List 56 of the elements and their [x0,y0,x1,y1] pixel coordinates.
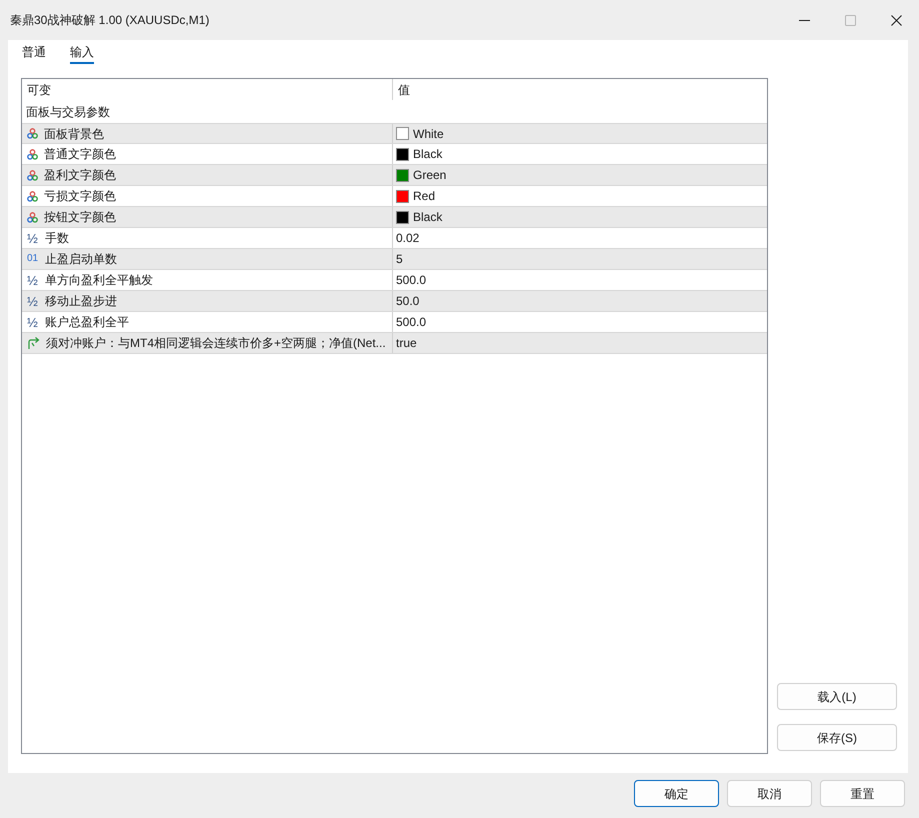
side-button[interactable]: 载入(L) [777,683,897,710]
parameter-value: 500.0 [396,314,426,331]
three-rings-icon [27,190,38,202]
fraction-icon: ½ [27,294,39,308]
parameter-name: 盈利文字颜色 [44,167,116,184]
fraction-icon: ½ [27,316,39,328]
parameter-name: 单方向盈利全平触发 [45,272,153,289]
close-icon[interactable] [890,14,902,26]
table-row[interactable]: 亏损文字颜色 Red [22,186,767,207]
parameter-value: Red [413,188,436,205]
tab[interactable]: 普通 [22,42,46,64]
dialog-button[interactable]: 重置 [820,780,905,807]
parameter-value: true [396,335,417,352]
column-header[interactable]: 可变 [27,80,51,98]
column-header[interactable]: 值 [398,80,410,98]
window-title: 秦鼎30战神破解 1.00 (XAUUSDc,M1) [9,12,210,29]
table-row[interactable]: 01 止盈启动单数 5 [22,249,767,270]
group-header: 面板与交易参数 [26,104,110,120]
parameter-name: 普通文字颜色 [44,146,116,163]
table-row[interactable]: ½ 账户总盈利全平 500.0 [22,312,767,333]
side-button[interactable]: 保存(S) [777,724,897,751]
curved-arrow-icon [27,337,40,349]
table-row[interactable]: 按钮文字颜色 Black [22,207,767,228]
fraction-icon: ½ [27,232,39,244]
three-rings-icon [27,212,38,222]
parameter-value: Green [413,167,446,184]
three-rings-icon [27,128,38,139]
parameter-name: 止盈启动单数 [45,251,117,268]
parameter-name: 账户总盈利全平 [45,314,129,331]
table-row[interactable]: ½ 手数 0.02 [22,228,767,249]
parameter-name: 移动止盈步进 [45,293,117,310]
parameter-value: 500.0 [396,272,426,289]
parameter-value: 0.02 [396,230,420,247]
integer-icon: 01 [27,254,39,264]
fraction-icon: ½ [27,274,39,286]
parameter-value: 50.0 [396,293,420,310]
parameter-name: 按钮文字颜色 [44,209,116,226]
parameter-value: Black [413,146,442,163]
dialog-button[interactable]: 取消 [727,780,812,807]
parameter-value: 5 [396,251,403,268]
table-row[interactable]: 须对冲账户：与MT4相同逻辑会连续市价多+空两腿；净值(Net... true [22,333,767,354]
parameter-name: 亏损文字颜色 [44,188,116,205]
parameter-value: White [413,126,444,142]
parameter-value: Black [413,209,442,226]
table-row[interactable]: 普通文字颜色 Black [22,144,767,165]
parameter-name: 面板背景色 [44,126,104,142]
table-row[interactable]: ½ 单方向盈利全平触发 500.0 [22,270,767,291]
parameter-name: 手数 [45,230,69,247]
three-rings-icon [27,148,38,160]
dialog-button[interactable]: 确定 [634,780,719,807]
table-row[interactable]: ½ 移动止盈步进 50.0 [22,291,767,312]
table-row[interactable]: 面板背景色 White [22,123,767,144]
three-rings-icon [27,170,38,180]
tab[interactable]: 输入 [70,42,94,64]
parameter-name: 须对冲账户：与MT4相同逻辑会连续市价多+空两腿；净值(Net... [46,335,386,352]
table-row[interactable]: 盈利文字颜色 Green [22,165,767,186]
